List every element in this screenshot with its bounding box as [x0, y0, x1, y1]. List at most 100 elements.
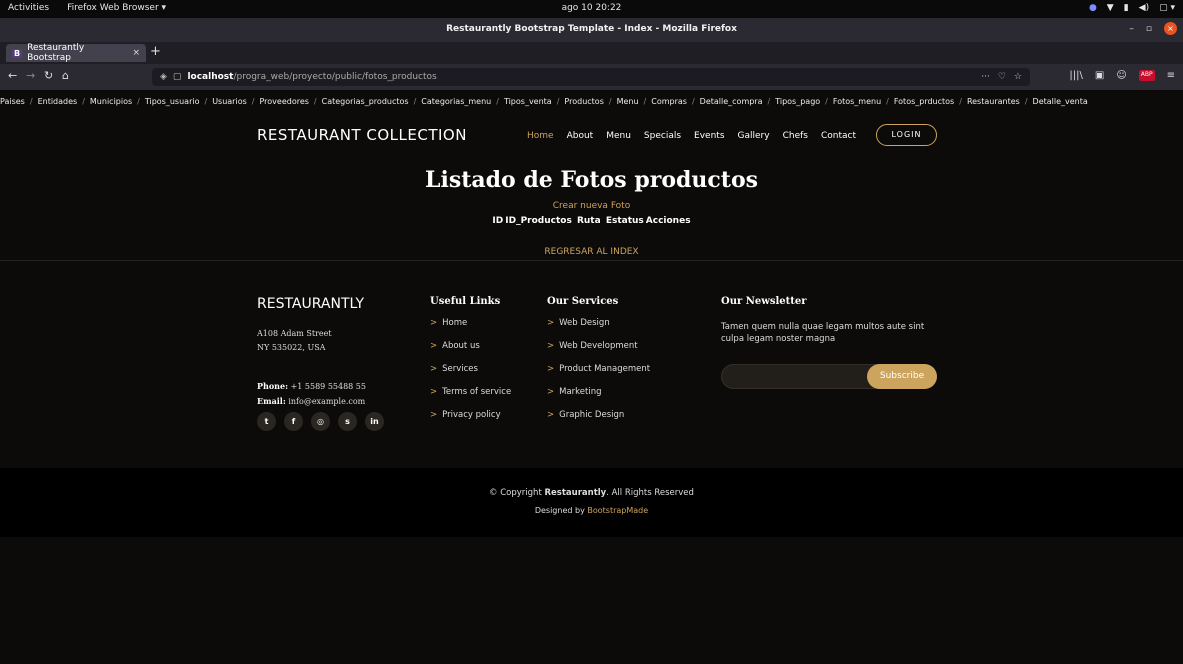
window-title: Restaurantly Bootstrap Template - Index … [446, 24, 737, 34]
menu-item-gallery[interactable]: Gallery [738, 131, 770, 141]
volume-icon[interactable]: ◀) [1139, 3, 1149, 13]
subscribe-button[interactable]: Subscribe [867, 364, 937, 389]
shield-icon[interactable]: ◈ [160, 72, 167, 82]
newsletter-email-input[interactable] [732, 369, 866, 386]
service-link-marketing[interactable]: > Marketing [547, 387, 650, 410]
home-icon[interactable]: ⌂ [62, 69, 69, 82]
breadcrumb-item-restaurantes[interactable]: Restaurantes [967, 97, 1020, 106]
pocket-icon[interactable]: ♡ [998, 72, 1006, 82]
breadcrumb-item-fotos-prductos[interactable]: Fotos_prductos [894, 97, 954, 106]
create-photo-link[interactable]: Crear nueva Foto [0, 201, 1183, 211]
breadcrumb-item-fotos-menu[interactable]: Fotos_menu [833, 97, 881, 106]
close-window-icon[interactable]: × [1164, 22, 1177, 35]
menu-item-menu[interactable]: Menu [606, 131, 631, 141]
linkedin-icon[interactable]: in [365, 412, 384, 431]
col-header-acciones: Acciones [645, 216, 691, 226]
facebook-icon[interactable]: f [284, 412, 303, 431]
forward-icon[interactable]: → [26, 69, 35, 82]
breadcrumb-item-proveedores[interactable]: Proveedores [259, 97, 308, 106]
battery-icon[interactable]: ▮ [1124, 3, 1129, 13]
breadcrumb-item-municipios[interactable]: Municipios [90, 97, 132, 106]
breadcrumb-item-productos[interactable]: Productos [564, 97, 603, 106]
twitter-icon[interactable]: t [257, 412, 276, 431]
bootstrapmade-link[interactable]: BootstrapMade [587, 506, 648, 515]
col-header-id-productos: ID_Productos [505, 216, 572, 226]
minimize-icon[interactable]: – [1129, 24, 1134, 34]
breadcrumb-item-paises[interactable]: Paises [0, 97, 25, 106]
phone-value: +1 5589 55488 55 [290, 382, 366, 391]
breadcrumb-item-tipos-usuario[interactable]: Tipos_usuario [145, 97, 200, 106]
tab-strip: B Restaurantly Bootstrap × + [0, 42, 1183, 64]
footer-address: A108 Adam Street NY 535022, USA [257, 327, 332, 355]
clock[interactable]: ago 10 20:22 [562, 3, 622, 13]
email-value: info@example.com [288, 397, 366, 406]
service-link-web-development[interactable]: > Web Development [547, 341, 650, 364]
chevron-right-icon: > [547, 410, 555, 420]
service-link-product-management[interactable]: > Product Management [547, 364, 650, 387]
system-tray[interactable]: ● ▼ ▮ ◀) ▢ ▾ [1089, 3, 1175, 13]
useful-links-column: Useful Links > Home > About us > Services >… [430, 296, 511, 433]
close-tab-icon[interactable]: × [132, 48, 140, 58]
sidebar-icon[interactable]: ▣ [1095, 70, 1104, 81]
page-actions-icon[interactable]: ··· [981, 72, 990, 82]
footer-link-services[interactable]: > Services [430, 364, 511, 387]
site-logo[interactable]: RESTAURANT COLLECTION [257, 126, 467, 144]
footer-link-privacy[interactable]: > Privacy policy [430, 410, 511, 433]
breadcrumb-separator: / [767, 97, 771, 106]
menu-item-chefs[interactable]: Chefs [783, 131, 808, 141]
page-title: Listado de Fotos productos [425, 167, 758, 193]
maximize-icon[interactable]: ▫ [1146, 24, 1152, 34]
instagram-icon[interactable]: ◎ [311, 412, 330, 431]
wifi-icon[interactable]: ▼ [1107, 3, 1114, 13]
breadcrumb-separator: / [1024, 97, 1028, 106]
url-path: /progra_web/proyecto/public/fotos_produc… [233, 72, 437, 82]
breadcrumb-separator: / [608, 97, 612, 106]
breadcrumb-item-compras[interactable]: Compras [651, 97, 687, 106]
tray-app-icon[interactable]: ● [1089, 3, 1097, 13]
breadcrumb-separator: / [825, 97, 828, 106]
breadcrumb-item-usuarios[interactable]: Usuarios [212, 97, 247, 106]
bookmark-star-icon[interactable]: ☆ [1014, 72, 1022, 82]
account-icon[interactable]: ☺ [1116, 70, 1126, 81]
adblock-icon[interactable]: ABP [1138, 70, 1155, 81]
breadcrumb-item-tipos-venta[interactable]: Tipos_venta [504, 97, 552, 106]
url-bar[interactable]: ◈ ▢ localhost/progra_web/proyecto/public… [152, 68, 1030, 86]
breadcrumb-item-menu[interactable]: Menu [617, 97, 639, 106]
breadcrumb-separator: / [413, 97, 417, 106]
breadcrumb-item-entidades[interactable]: Entidades [38, 97, 78, 106]
credits: Designed by BootstrapMade [534, 506, 649, 515]
menu-item-about[interactable]: About [567, 131, 594, 141]
skype-icon[interactable]: s [338, 412, 357, 431]
breadcrumb-separator: / [251, 97, 255, 106]
tab-restaurantly[interactable]: B Restaurantly Bootstrap × [6, 43, 146, 63]
breadcrumb-item-detalle-venta[interactable]: Detalle_venta [1033, 97, 1088, 106]
library-icon[interactable]: |||\ [1069, 70, 1082, 81]
power-menu-icon[interactable]: ▢ ▾ [1159, 3, 1175, 13]
menu-item-events[interactable]: Events [694, 131, 724, 141]
app-menu-icon[interactable]: ≡ [1167, 70, 1175, 81]
chevron-right-icon: > [430, 341, 438, 351]
login-button[interactable]: LOGIN [876, 124, 937, 146]
footer-bottom: © Copyright Restaurantly. All Rights Res… [0, 468, 1183, 537]
breadcrumb-item-detalle-compra[interactable]: Detalle_compra [700, 97, 763, 106]
breadcrumb-separator: / [556, 97, 560, 106]
col-header-estatus: Estatus [605, 216, 644, 226]
menu-item-home[interactable]: Home [527, 131, 554, 141]
service-link-graphic-design[interactable]: > Graphic Design [547, 410, 650, 433]
system-top-bar: Activities Firefox Web Browser ▾ ago 10 … [0, 0, 1183, 18]
footer-link-about[interactable]: > About us [430, 341, 511, 364]
footer-link-terms[interactable]: > Terms of service [430, 387, 511, 410]
footer-link-home[interactable]: > Home [430, 318, 511, 341]
breadcrumb-item-categorias-productos[interactable]: Categorias_productos [322, 97, 409, 106]
menu-item-specials[interactable]: Specials [644, 131, 681, 141]
service-link-web-design[interactable]: > Web Design [547, 318, 650, 341]
col-header-id: ID [492, 216, 504, 226]
breadcrumb-separator: / [29, 97, 33, 106]
menu-item-contact[interactable]: Contact [821, 131, 856, 141]
reload-icon[interactable]: ↻ [44, 69, 53, 82]
breadcrumb-item-tipos-pago[interactable]: Tipos_pago [775, 97, 820, 106]
back-icon[interactable]: ← [8, 69, 17, 82]
back-to-index-link[interactable]: REGRESAR AL INDEX [0, 247, 1183, 257]
breadcrumb-item-categorias-menu[interactable]: Categorias_menu [421, 97, 491, 106]
new-tab-button[interactable]: + [150, 44, 161, 59]
